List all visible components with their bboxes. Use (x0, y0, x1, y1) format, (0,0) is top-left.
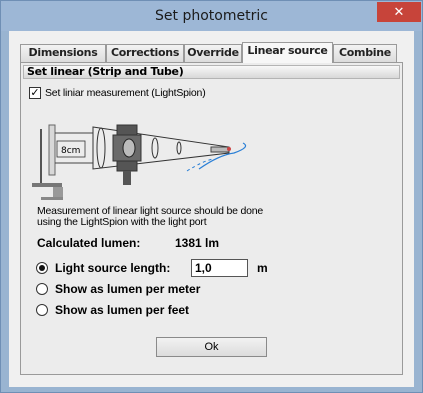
linear-source-panel: Set linear (Strip and Tube) ✓ Set liniar… (20, 62, 403, 375)
lightspion-diagram: 8cm (32, 124, 247, 200)
title-bar[interactable]: Set photometric ✕ (1, 1, 422, 31)
calculated-lumen-value: 1381 lm (175, 236, 220, 250)
close-button[interactable]: ✕ (377, 2, 421, 22)
calculated-lumen-label: Calculated lumen: (37, 236, 141, 250)
dialog-client: Dimensions Corrections Override Linear s… (9, 31, 414, 387)
distance-label: 8cm (61, 146, 80, 156)
group-title: Set linear (Strip and Tube) (23, 65, 400, 79)
lumen-per-feet-radio[interactable] (36, 304, 48, 316)
tab-combine[interactable]: Combine (333, 44, 397, 62)
liniar-measurement-checkbox[interactable]: ✓ (29, 87, 41, 99)
check-icon: ✓ (30, 87, 40, 99)
dialog-window: Set photometric ✕ Dimensions Corrections… (0, 0, 423, 393)
tab-override[interactable]: Override (184, 44, 242, 62)
tab-linear-source[interactable]: Linear source (242, 42, 333, 63)
light-source-length-input[interactable] (191, 259, 248, 277)
ok-button[interactable]: Ok (156, 337, 267, 357)
tab-dimensions[interactable]: Dimensions (20, 44, 106, 62)
light-source-length-label: Light source length: (55, 261, 171, 275)
tab-corrections[interactable]: Corrections (106, 44, 184, 62)
length-unit: m (257, 261, 268, 275)
window-title: Set photometric (155, 8, 268, 24)
lumen-per-meter-label: Show as lumen per meter (55, 282, 201, 296)
light-source-length-radio[interactable] (36, 262, 48, 274)
measurement-description: Measurement of linear light source shoul… (37, 205, 264, 228)
lumen-per-meter-radio[interactable] (36, 283, 48, 295)
lumen-per-feet-label: Show as lumen per feet (55, 303, 190, 317)
close-icon: ✕ (393, 4, 405, 19)
liniar-measurement-label: Set liniar measurement (LightSpion) (45, 87, 206, 99)
